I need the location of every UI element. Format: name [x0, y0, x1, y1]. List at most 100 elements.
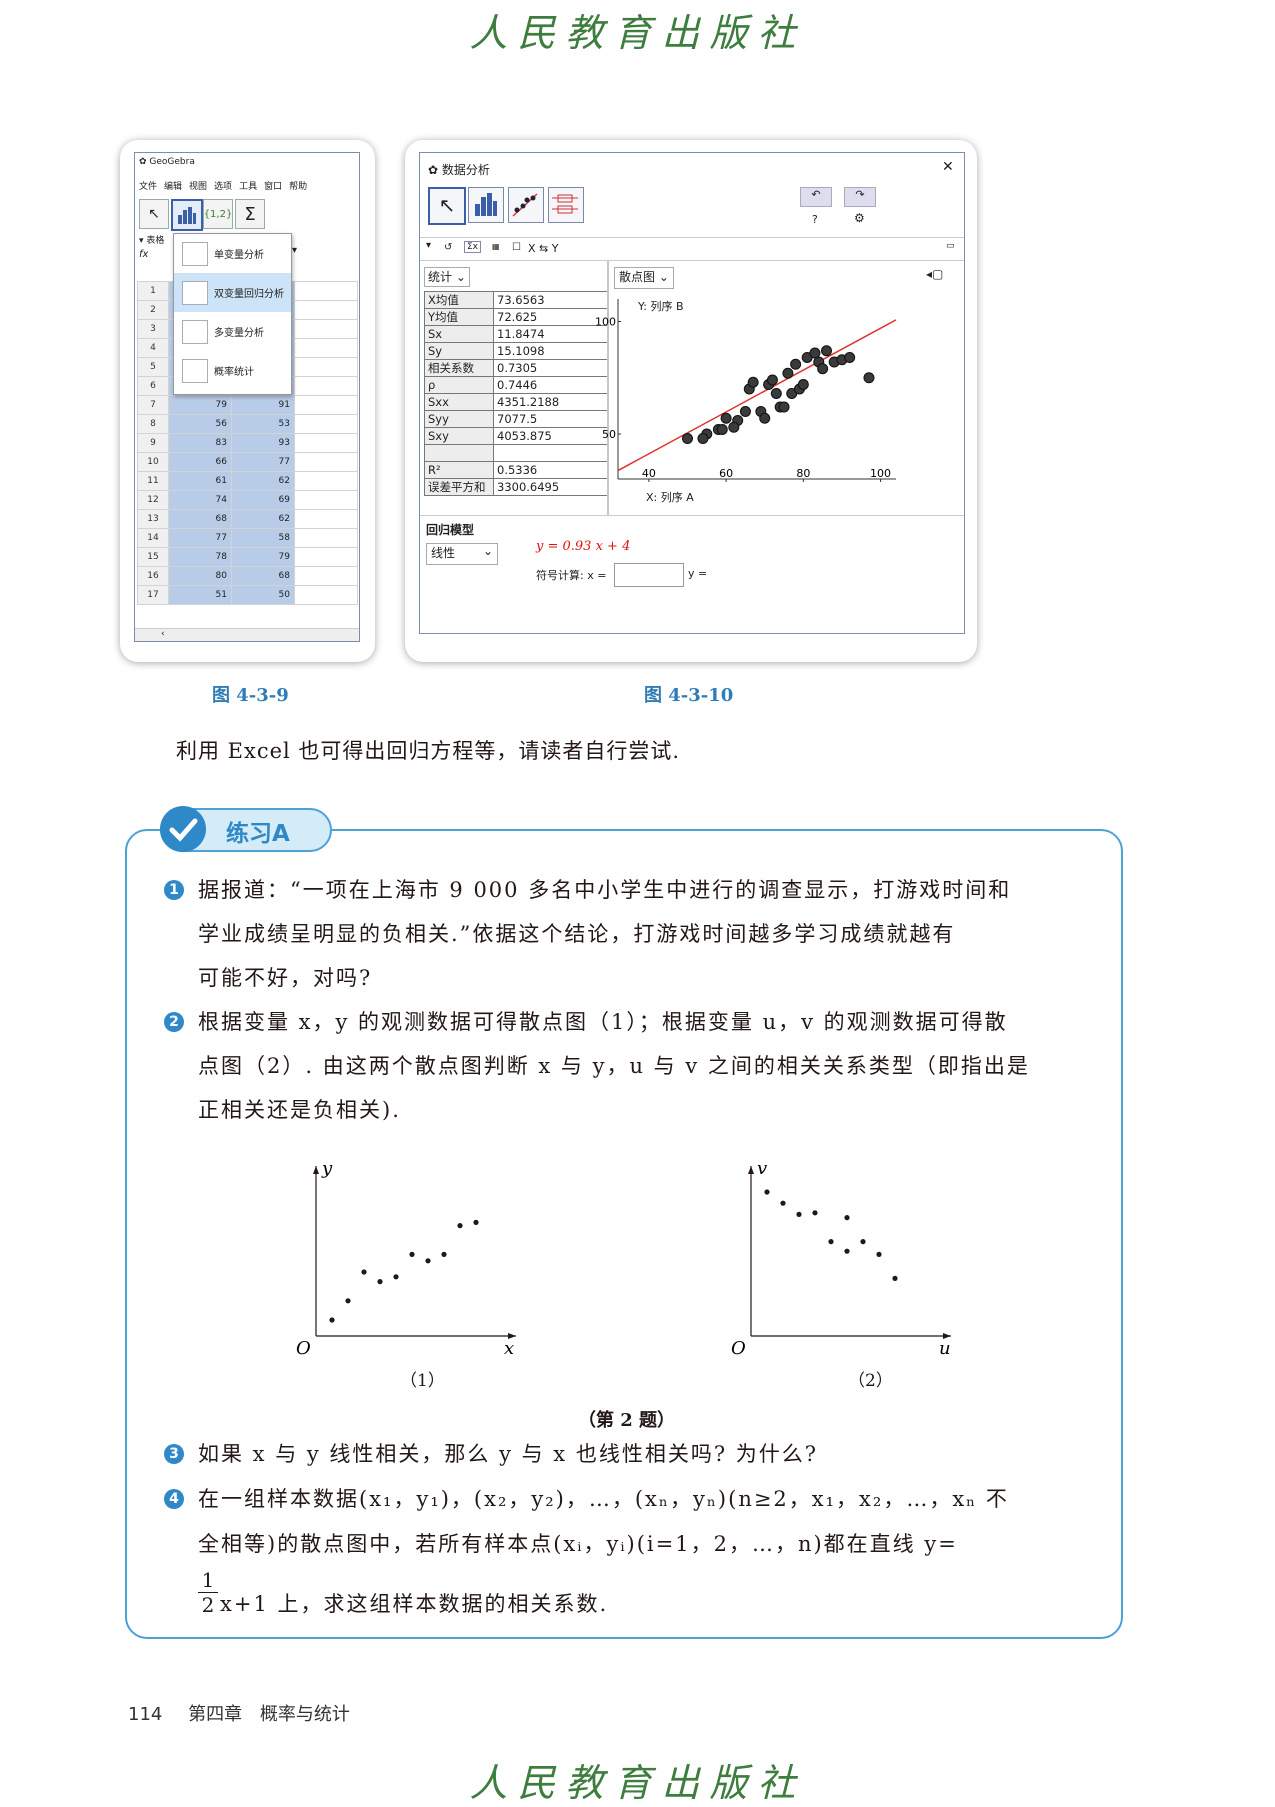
cell-c[interactable] — [294, 433, 358, 453]
undo-icon: ↶ — [811, 188, 821, 201]
cell-c[interactable] — [294, 281, 358, 301]
row-header: 8 — [137, 414, 169, 434]
cell-a[interactable]: 56 — [168, 414, 232, 434]
stat-value: 4053.875 — [493, 427, 608, 445]
plot-type-dropdown[interactable]: 散点图 ⌄ — [614, 267, 674, 289]
histogram-button[interactable] — [468, 187, 504, 223]
cell-b[interactable]: 62 — [231, 471, 295, 491]
scatter-point — [728, 421, 740, 433]
table-row: 10 66 77 — [137, 452, 358, 472]
close-button[interactable]: ✕ — [942, 159, 954, 175]
cell-a[interactable]: 61 — [168, 471, 232, 491]
menu-view[interactable]: 视图 — [189, 182, 207, 192]
x-tick-label: 80 — [796, 467, 810, 480]
row-header: 10 — [137, 452, 169, 472]
cell-c[interactable] — [294, 585, 358, 605]
cell-c[interactable] — [294, 566, 358, 586]
table-row: 17 51 50 — [137, 585, 358, 605]
scatter-point — [844, 352, 856, 363]
cell-b[interactable]: 58 — [231, 528, 295, 548]
cell-a[interactable]: 78 — [168, 547, 232, 567]
check-badge-icon — [160, 806, 206, 852]
scatter-button[interactable] — [508, 187, 544, 223]
cell-c[interactable] — [294, 319, 358, 339]
undo-button[interactable]: ↶ — [800, 187, 832, 207]
cell-b[interactable]: 68 — [231, 566, 295, 586]
cell-b[interactable]: 79 — [231, 547, 295, 567]
list-tool-button[interactable]: {1,2} — [203, 199, 233, 229]
cell-b[interactable]: 50 — [231, 585, 295, 605]
cell-b[interactable]: 69 — [231, 490, 295, 510]
scatter-point — [766, 374, 778, 386]
stats-row — [424, 444, 608, 462]
cell-c[interactable] — [294, 547, 358, 567]
menu-tools[interactable]: 工具 — [239, 182, 257, 192]
help-icon[interactable]: ? — [812, 213, 818, 226]
analysis-tool-button[interactable] — [171, 199, 203, 231]
cell-a[interactable]: 77 — [168, 528, 232, 548]
fraction-denominator: 2 — [198, 1592, 218, 1617]
spreadsheet-panel-label: ▾ 表格 — [139, 236, 165, 246]
menu-item-two-variable-regression[interactable]: 双变量回归分析 — [174, 273, 291, 312]
cell-a[interactable]: 79 — [168, 395, 232, 415]
geogebra-window: ✿ GeoGebra 文件 编辑 视图 选项 工具 窗口 帮助 ↖ {1,2} Σ ▾ 表格… — [134, 152, 360, 642]
question-4-line-2: 全相等)的散点图中，若所有样本点(xᵢ，yᵢ)(i=1，2，…，n)都在直线 y… — [198, 1532, 958, 1556]
plot-options-icon[interactable]: ◂▢ — [926, 267, 943, 281]
cell-a[interactable]: 51 — [168, 585, 232, 605]
stat-value: 0.5336 — [493, 461, 608, 479]
cell-c[interactable] — [294, 300, 358, 320]
redo-button[interactable]: ↷ — [844, 187, 876, 207]
cell-a[interactable]: 74 — [168, 490, 232, 510]
cell-a[interactable]: 66 — [168, 452, 232, 472]
menu-file[interactable]: 文件 — [139, 182, 157, 192]
cell-b[interactable]: 93 — [231, 433, 295, 453]
cell-c[interactable] — [294, 509, 358, 529]
cell-c[interactable] — [294, 414, 358, 434]
cell-c[interactable] — [294, 452, 358, 472]
cell-c[interactable] — [294, 395, 358, 415]
menu-window[interactable]: 窗口 — [264, 182, 282, 192]
menu-edit[interactable]: 编辑 — [164, 182, 182, 192]
rotate-icon[interactable]: ↺ — [444, 242, 452, 253]
stats-dropdown[interactable]: 统计 ⌄ — [424, 267, 470, 287]
menu-item-probability[interactable]: 概率统计 — [174, 351, 291, 390]
menu-help[interactable]: 帮助 — [289, 182, 307, 192]
cell-a[interactable]: 83 — [168, 433, 232, 453]
cell-c[interactable] — [294, 376, 358, 396]
row-header: 6 — [137, 376, 169, 396]
cell-c[interactable] — [294, 490, 358, 510]
cell-b[interactable]: 91 — [231, 395, 295, 415]
data-analysis-window: ✿ 数据分析 ✕ ↖ ↶ ↷ ? ⚙ ▾ ↺ Σx ▦ ☐ X ⇆ Y ▭ 统计… — [419, 152, 965, 634]
menu-options[interactable]: 选项 — [214, 182, 232, 192]
cell-c[interactable] — [294, 357, 358, 377]
cell-b[interactable]: 53 — [231, 414, 295, 434]
cell-b[interactable]: 77 — [231, 452, 295, 472]
gear-icon[interactable]: ⚙ — [854, 211, 865, 225]
cell-b[interactable]: 62 — [231, 509, 295, 529]
data-point — [796, 1211, 802, 1217]
boxplot-button[interactable] — [548, 187, 584, 223]
scatter-point — [778, 401, 790, 413]
cell-c[interactable] — [294, 338, 358, 358]
panel-icon[interactable]: ▭ — [946, 241, 955, 251]
cell-a[interactable]: 80 — [168, 566, 232, 586]
menu-item-multi-variable[interactable]: 多变量分析 — [174, 312, 291, 351]
collapse-icon[interactable]: ▾ — [426, 240, 431, 251]
sigma-stats-icon[interactable]: Σx — [464, 241, 482, 253]
cell-a[interactable]: 68 — [168, 509, 232, 529]
table-row: 12 74 69 — [137, 490, 358, 510]
sum-tool-button[interactable]: Σ — [235, 199, 265, 229]
scatter-point — [809, 347, 821, 359]
data-grid-icon[interactable]: ▦ — [492, 242, 500, 251]
menu-item-one-variable[interactable]: 单变量分析 — [174, 234, 291, 273]
move-tool-button[interactable]: ↖ — [428, 187, 466, 225]
regression-model-select[interactable]: 线性 ⌄ — [426, 543, 498, 565]
horizontal-scrollbar[interactable]: ‹ — [135, 628, 359, 641]
table-row: 7 79 91 — [137, 395, 358, 415]
x-value-input[interactable] — [614, 563, 684, 587]
cell-c[interactable] — [294, 471, 358, 491]
swap-xy-toggle[interactable]: X ⇆ Y — [528, 242, 558, 255]
move-tool-button[interactable]: ↖ — [139, 199, 169, 229]
checkbox-icon[interactable]: ☐ — [512, 242, 521, 253]
cell-c[interactable] — [294, 528, 358, 548]
